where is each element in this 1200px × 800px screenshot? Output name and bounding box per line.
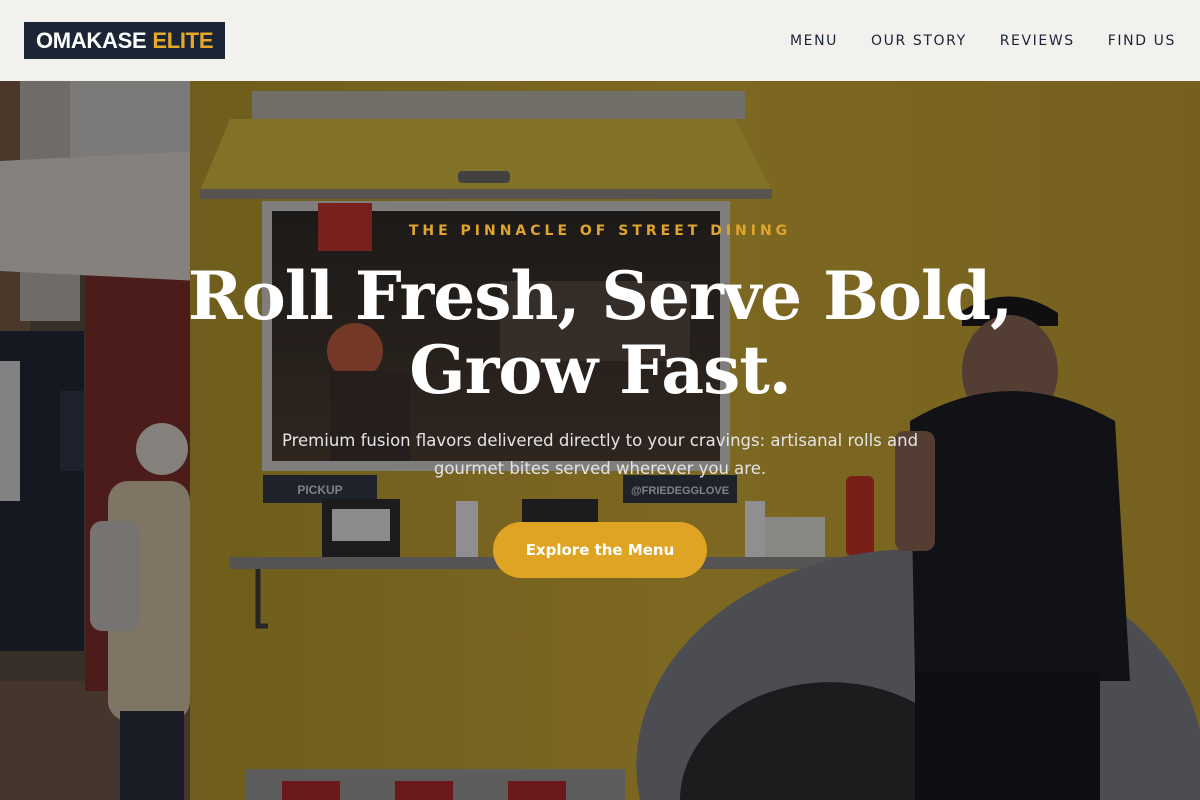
nav-menu[interactable]: MENU (790, 33, 838, 49)
hero-subtitle: Premium fusion flavors delivered directl… (281, 431, 919, 478)
nav-our-story[interactable]: OUR STORY (871, 33, 967, 49)
brand-name-primary: OMAKASE (36, 27, 147, 53)
hero-headline: Roll Fresh, Serve Bold, Grow Fast. (100, 259, 1100, 407)
brand-logo[interactable]: OMAKASE ELITE (24, 22, 226, 59)
nav-reviews[interactable]: REVIEWS (1000, 33, 1075, 49)
nav-find-us[interactable]: FIND US (1108, 33, 1176, 49)
hero-headline-line-1: Roll Fresh, Serve Bold, (187, 257, 1013, 335)
explore-menu-button[interactable]: Explore the Menu (493, 522, 707, 578)
hero-content: THE PINNACLE OF STREET DINING Roll Fresh… (0, 81, 1200, 800)
site-header: OMAKASE ELITE MENU OUR STORY REVIEWS FIN… (0, 0, 1200, 81)
main-nav: MENU OUR STORY REVIEWS FIND US (790, 33, 1176, 49)
brand-name-accent: ELITE (152, 27, 214, 53)
hero-headline-line-2: Grow Fast. (409, 331, 792, 409)
hero-eyebrow: THE PINNACLE OF STREET DINING (408, 223, 792, 239)
